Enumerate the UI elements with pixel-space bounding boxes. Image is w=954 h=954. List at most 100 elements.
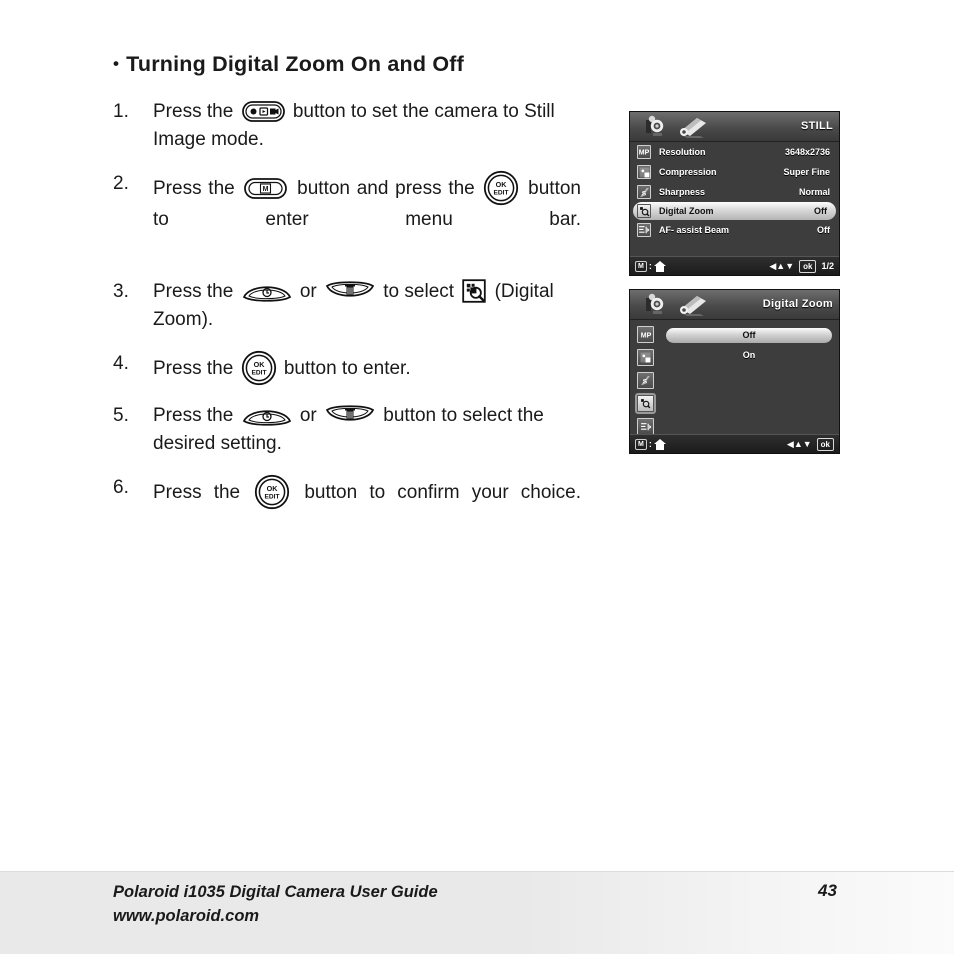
footer-text: Polaroid i1035 Digital Camera User Guide…: [113, 880, 438, 928]
svg-text:M: M: [263, 186, 269, 193]
svg-text:MP: MP: [640, 332, 651, 339]
lcd-header: STILL: [630, 112, 839, 142]
svg-text:S: S: [641, 190, 646, 197]
instruction-step: 1. Press the button to set the camera to …: [113, 98, 583, 154]
svg-text:S: S: [643, 378, 648, 385]
svg-text:OK: OK: [253, 360, 265, 369]
page-footer: Polaroid i1035 Digital Camera User Guide…: [0, 871, 954, 954]
ok-edit-button[interactable]: OK EDIT: [483, 170, 519, 206]
compression-icon[interactable]: [637, 349, 654, 366]
menu-row-value: Super Fine: [783, 167, 830, 177]
footer-page-number: 43: [818, 881, 837, 900]
step-text: Press the OK EDIT button to confirm your…: [153, 474, 581, 538]
menu-row-value: 3648x2736: [784, 147, 830, 157]
mode-button[interactable]: [241, 101, 285, 122]
menu-row[interactable]: AF- assist Beam Off: [630, 220, 839, 240]
digital-zoom-icon: [462, 279, 487, 303]
svg-text:EDIT: EDIT: [251, 370, 266, 377]
step-text: Press the M button and press the OK EDIT…: [153, 170, 581, 262]
website-url: www.polaroid.com: [113, 907, 260, 925]
instruction-step: 3. Press the or to select (Digital Zoom)…: [113, 278, 583, 334]
arrow-keys-icon: ◀▲▼: [769, 260, 795, 271]
menu-row-label: Digital Zoom: [659, 206, 714, 216]
page-title: • Turning Digital Zoom On and Off: [113, 52, 464, 77]
menu-row-label: Compression: [659, 167, 717, 177]
guide-title: Polaroid i1035 Digital Camera User Guide: [113, 883, 438, 901]
setup-wrench-tab-icon: [680, 296, 706, 316]
setup-wrench-tab-icon: [680, 118, 706, 138]
lcd-footer-bar: M : ◀▲▼ ok 1/2: [630, 256, 839, 275]
compression-icon: [637, 165, 651, 179]
sharpness-icon[interactable]: S: [637, 372, 654, 389]
camera-screen-still-menu: STILL MP Resolution 3648x2736 Compression Su…: [629, 111, 840, 276]
digital-zoom-icon[interactable]: [635, 393, 656, 414]
down-fan-button[interactable]: [325, 280, 375, 303]
page-indicator: 1/2: [821, 261, 834, 271]
mp-resolution-icon[interactable]: MP: [637, 326, 654, 343]
m-key-icon: M: [635, 438, 647, 450]
instruction-steps: 1. Press the button to set the camera to …: [113, 98, 583, 554]
ok-key-icon: ok: [799, 259, 817, 273]
lcd-option-area: MP S Off On: [630, 320, 839, 435]
home-icon: [653, 438, 666, 450]
manual-page: • Turning Digital Zoom On and Off 1. Press…: [0, 0, 954, 954]
colon-separator: :: [648, 439, 652, 449]
af-assist-icon: [637, 223, 651, 237]
lcd-header: Digital Zoom: [630, 290, 839, 320]
mp-resolution-icon: MP: [637, 145, 651, 159]
step-number: 1.: [113, 101, 129, 122]
instruction-step: 6. Press the OK EDIT button to confirm yo…: [113, 474, 583, 538]
lcd-option-list: Off On: [666, 328, 832, 368]
svg-text:OK: OK: [267, 484, 279, 493]
lcd-tab-icons: [644, 292, 711, 318]
ok-edit-button[interactable]: OK EDIT: [254, 474, 290, 510]
step-text: Press the OK EDIT button to enter.: [153, 350, 581, 386]
lcd-footer-bar: M : ◀▲▼ ok: [630, 434, 839, 453]
down-fan-button[interactable]: [325, 404, 375, 427]
ok-key-icon: ok: [816, 437, 834, 451]
step-number: 4.: [113, 353, 129, 374]
lcd-title: STILL: [800, 120, 833, 132]
lcd-menu-list: MP Resolution 3648x2736 Compression Super Fi…: [630, 142, 839, 256]
camera-tab-icon: [646, 293, 664, 314]
svg-text:MP: MP: [639, 150, 650, 157]
menu-row-value: Off: [814, 206, 827, 216]
step-number: 3.: [113, 281, 129, 302]
menu-row[interactable]: Compression Super Fine: [630, 162, 839, 182]
home-icon: [653, 260, 666, 272]
option-selected[interactable]: Off: [666, 328, 832, 343]
instruction-step: 2. Press the M button and press the OK ED…: [113, 170, 583, 262]
ok-edit-button[interactable]: OK EDIT: [241, 350, 277, 386]
menu-row-label: Resolution: [659, 147, 706, 157]
step-number: 2.: [113, 173, 129, 194]
digital-zoom-icon: [637, 204, 651, 218]
sharpness-icon: S: [637, 185, 651, 199]
menu-row-label: AF- assist Beam: [659, 225, 730, 235]
svg-text:EDIT: EDIT: [265, 494, 280, 501]
svg-text:EDIT: EDIT: [494, 190, 509, 197]
lcd-tab-icons: [644, 114, 711, 140]
bullet-marker: •: [113, 54, 120, 73]
lcd-category-icon-column: MP S: [635, 326, 656, 435]
menu-row[interactable]: S Sharpness Normal: [630, 182, 839, 202]
menu-row-value: Off: [817, 225, 830, 235]
camera-tab-icon: [646, 115, 664, 136]
lcd-footer-right: ◀▲▼ ok 1/2: [769, 259, 834, 273]
menu-row-selected[interactable]: Digital Zoom Off: [633, 202, 836, 220]
menu-row-value: Normal: [798, 187, 830, 197]
menu-row-label: Sharpness: [659, 187, 706, 197]
option[interactable]: On: [666, 348, 832, 363]
up-fan-button[interactable]: [242, 404, 292, 427]
colon-separator: :: [648, 261, 652, 271]
step-text: Press the or to select (Digital Zoom).: [153, 279, 554, 330]
menu-row[interactable]: MP Resolution 3648x2736: [630, 142, 839, 162]
svg-text:OK: OK: [496, 180, 508, 189]
af-assist-icon[interactable]: [637, 418, 654, 435]
up-fan-button[interactable]: [242, 280, 292, 303]
menu-button[interactable]: M: [244, 178, 288, 199]
step-text: Press the or button to select the desire…: [153, 404, 544, 454]
step-text: Press the button to set the camera to St…: [153, 101, 555, 150]
instruction-step: 5. Press the or button to select the desi…: [113, 402, 583, 458]
arrow-keys-icon: ◀▲▼: [786, 438, 812, 449]
m-key-icon: M: [635, 260, 647, 272]
